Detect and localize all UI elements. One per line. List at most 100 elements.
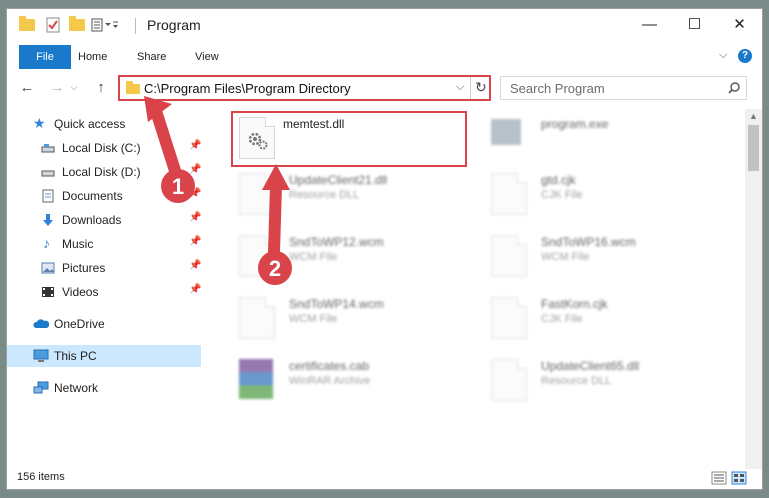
sidebar-item-onedrive[interactable]: OneDrive — [7, 313, 201, 335]
help-icon[interactable]: ? — [738, 49, 752, 63]
pin-icon[interactable]: 📌 — [189, 140, 201, 151]
file-type: Resource DLL — [289, 189, 360, 201]
title-separator — [135, 18, 136, 34]
address-path[interactable]: C:\Program Files\Program Directory — [144, 81, 351, 96]
drive-icon — [41, 165, 55, 179]
file-item-program-exe[interactable]: program.exe — [479, 113, 729, 165]
download-icon — [41, 213, 55, 227]
file-name: UpdateClient65.dll — [541, 359, 640, 373]
file-icon — [239, 297, 275, 339]
file-name: SndToWP14.wcm — [289, 297, 384, 311]
customize-toolbar-icon[interactable] — [91, 15, 119, 35]
navigation-pane: ★ Quick access Local Disk (C:) 📌 Local D… — [7, 109, 207, 469]
new-folder-icon[interactable] — [67, 15, 87, 35]
file-name: SndToWP16.wcm — [541, 235, 636, 249]
file-item[interactable]: gtd.cjk CJK File — [479, 169, 729, 221]
forward-arrow-icon[interactable]: → — [47, 77, 67, 97]
up-arrow-icon[interactable]: ↑ — [91, 77, 111, 97]
pin-icon[interactable]: 📌 — [189, 284, 201, 295]
file-type: WCM File — [289, 313, 338, 325]
tab-file[interactable]: File — [19, 45, 71, 69]
file-item[interactable]: SndToWP12.wcm WCM File — [227, 231, 477, 283]
scroll-up-icon[interactable]: ▲ — [749, 111, 758, 121]
highlight-box — [231, 111, 467, 167]
file-item[interactable]: SndToWP14.wcm WCM File — [227, 293, 477, 345]
status-bar: 156 items — [7, 467, 762, 489]
close-icon: ✕ — [733, 16, 746, 33]
address-dropdown-icon[interactable]: ⌵ — [456, 81, 464, 94]
sidebar-item-downloads[interactable]: Downloads 📌 — [7, 209, 201, 231]
sidebar-item-local-disk-c[interactable]: Local Disk (C:) 📌 — [7, 137, 201, 159]
navigation-bar: ← → ⌵ ↑ C:\Program Files\Program Directo… — [7, 73, 762, 103]
address-folder-icon — [126, 81, 140, 94]
computer-icon — [33, 349, 49, 363]
tab-home[interactable]: Home — [78, 45, 107, 69]
sidebar-item-music[interactable]: ♪ Music 📌 — [7, 233, 201, 255]
pin-icon[interactable]: 📌 — [189, 188, 201, 199]
expand-ribbon-icon[interactable]: ⌵ — [719, 49, 727, 62]
details-view-icon[interactable] — [711, 471, 727, 485]
search-box[interactable]: Search Program — [500, 76, 747, 100]
videos-icon — [41, 285, 55, 299]
archive-file-icon — [239, 359, 273, 399]
file-name: FastKorn.cjk — [541, 297, 608, 311]
window-title: Program — [147, 17, 201, 33]
search-icon[interactable] — [728, 82, 740, 94]
item-count: 156 items — [17, 471, 65, 483]
sidebar-item-pictures[interactable]: Pictures 📌 — [7, 257, 201, 279]
sidebar-item-this-pc[interactable]: This PC — [7, 345, 201, 367]
file-item[interactable]: SndToWP16.wcm WCM File — [479, 231, 729, 283]
star-icon: ★ — [33, 115, 46, 131]
file-list: memtest.dll program.exe UpdateClient21.d… — [217, 109, 737, 469]
sidebar-item-documents[interactable]: Documents 📌 — [7, 185, 201, 207]
search-input[interactable]: Search Program — [510, 81, 605, 96]
tab-view[interactable]: View — [195, 45, 219, 69]
vertical-scrollbar[interactable]: ▲ — [745, 109, 762, 469]
scrollbar-thumb[interactable] — [748, 125, 759, 171]
dll-file-icon — [491, 359, 527, 401]
music-icon: ♪ — [43, 235, 50, 251]
file-icon — [239, 235, 275, 277]
back-arrow-icon[interactable]: ← — [17, 77, 37, 97]
pin-icon[interactable]: 📌 — [189, 164, 201, 175]
file-item[interactable]: UpdateClient21.dll Resource DLL — [227, 169, 477, 221]
file-name: UpdateClient21.dll — [289, 173, 388, 187]
file-item[interactable]: FastKorn.cjk CJK File — [479, 293, 729, 345]
file-type: Resource DLL — [541, 375, 612, 387]
sidebar-item-network[interactable]: Network — [7, 377, 201, 399]
file-type: CJK File — [541, 313, 583, 325]
file-item[interactable]: UpdateClient65.dll Resource DLL — [479, 355, 729, 407]
recent-locations-icon[interactable]: ⌵ — [67, 77, 81, 97]
sidebar-item-quick-access[interactable]: ★ Quick access — [7, 113, 201, 135]
file-type: WinRAR Archive — [289, 375, 371, 387]
address-bar[interactable]: C:\Program Files\Program Directory ⌵ ↻ — [118, 75, 491, 101]
sidebar-item-videos[interactable]: Videos 📌 — [7, 281, 201, 303]
close-button[interactable]: ✕ — [717, 9, 762, 39]
cloud-icon — [33, 317, 50, 331]
sidebar-item-local-disk-d[interactable]: Local Disk (D:) 📌 — [7, 161, 201, 183]
minimize-icon: — — [642, 15, 657, 33]
properties-icon[interactable] — [43, 15, 63, 35]
tab-share[interactable]: Share — [137, 45, 166, 69]
large-icons-view-icon[interactable] — [731, 471, 747, 485]
file-name: SndToWP12.wcm — [289, 235, 384, 249]
file-name: certificates.cab — [289, 359, 370, 373]
address-separator — [470, 77, 471, 99]
maximize-icon: ☐ — [687, 16, 702, 33]
maximize-button[interactable]: ☐ — [672, 9, 717, 39]
dll-file-icon — [239, 173, 275, 215]
file-item[interactable]: certificates.cab WinRAR Archive — [227, 355, 477, 407]
pin-icon[interactable]: 📌 — [189, 212, 201, 223]
folder-icon[interactable] — [17, 15, 37, 35]
minimize-button[interactable]: — — [627, 9, 672, 39]
file-icon — [491, 297, 527, 339]
pin-icon[interactable]: 📌 — [189, 236, 201, 247]
file-name: gtd.cjk — [541, 173, 576, 187]
file-icon — [491, 235, 527, 277]
pin-icon[interactable]: 📌 — [189, 260, 201, 271]
file-name: program.exe — [541, 117, 609, 131]
file-type: WCM File — [289, 251, 338, 263]
refresh-icon[interactable]: ↻ — [475, 79, 487, 96]
file-type: WCM File — [541, 251, 590, 263]
network-icon — [33, 381, 49, 395]
